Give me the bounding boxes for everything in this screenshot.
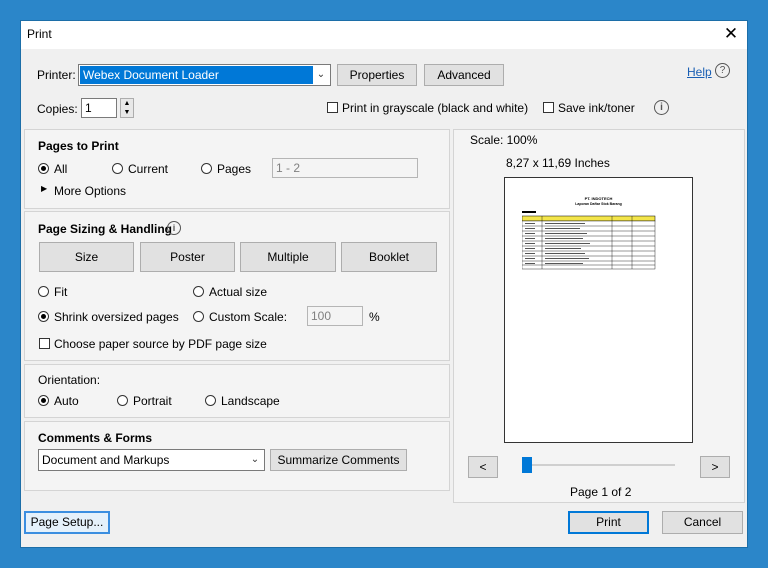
percent-symbol: % bbox=[369, 310, 380, 324]
preview-doc-title: PT. INDOTECH bbox=[584, 196, 613, 201]
copies-label: Copies: bbox=[37, 102, 78, 116]
help-question-icon[interactable]: ? bbox=[715, 63, 730, 78]
custom-scale-label: Custom Scale: bbox=[209, 310, 288, 324]
printer-select[interactable]: Webex Document Loader ⌄ bbox=[78, 64, 331, 86]
print-button[interactable]: Print bbox=[568, 511, 649, 534]
spin-down-icon[interactable]: ▼ bbox=[121, 108, 133, 117]
poster-tab-button[interactable]: Poster bbox=[140, 242, 235, 272]
close-icon[interactable]: ✕ bbox=[721, 23, 741, 45]
pages-to-print-title: Pages to Print bbox=[38, 139, 119, 153]
all-pages-radio[interactable] bbox=[38, 163, 49, 174]
title-bar: Print ✕ bbox=[21, 21, 747, 49]
current-page-radio[interactable] bbox=[112, 163, 123, 174]
cancel-button[interactable]: Cancel bbox=[662, 511, 743, 534]
save-ink-checkbox[interactable] bbox=[543, 102, 554, 113]
portrait-label: Portrait bbox=[133, 394, 172, 408]
save-ink-label: Save ink/toner bbox=[558, 101, 635, 115]
auto-orientation-radio[interactable] bbox=[38, 395, 49, 406]
pages-to-print-panel: Pages to Print All Current Pages 1 - 2 ▶… bbox=[24, 129, 450, 209]
actual-size-radio[interactable] bbox=[193, 286, 204, 297]
properties-button[interactable]: Properties bbox=[337, 64, 417, 86]
auto-orientation-label: Auto bbox=[54, 394, 79, 408]
help-link[interactable]: Help bbox=[687, 65, 712, 79]
expand-triangle-icon[interactable]: ▶ bbox=[41, 184, 47, 193]
page-sizing-title: Page Sizing & Handling bbox=[38, 222, 173, 236]
window-title: Print bbox=[27, 27, 52, 41]
next-page-button[interactable]: > bbox=[700, 456, 730, 478]
fit-radio[interactable] bbox=[38, 286, 49, 297]
shrink-oversized-radio[interactable] bbox=[38, 311, 49, 322]
page-sizing-panel: Page Sizing & Handling i Size Poster Mul… bbox=[24, 211, 450, 361]
page-preview: PT. INDOTECH Laporan Daftar Stok Barang bbox=[504, 177, 693, 443]
pages-range-label: Pages bbox=[217, 162, 252, 176]
orientation-title: Orientation: bbox=[38, 373, 101, 387]
sizing-info-icon[interactable]: i bbox=[167, 221, 181, 235]
page-indicator: Page 1 of 2 bbox=[570, 485, 632, 499]
paper-source-checkbox[interactable] bbox=[39, 338, 50, 349]
page-slider-track[interactable] bbox=[525, 464, 675, 466]
preview-table-graphic bbox=[522, 211, 656, 270]
portrait-radio[interactable] bbox=[117, 395, 128, 406]
preview-doc-subtitle: Laporan Daftar Stok Barang bbox=[575, 202, 622, 206]
landscape-radio[interactable] bbox=[205, 395, 216, 406]
all-pages-label: All bbox=[54, 162, 68, 176]
page-dimensions: 8,27 x 11,69 Inches bbox=[506, 156, 610, 170]
info-icon[interactable]: i bbox=[654, 100, 669, 115]
booklet-tab-button[interactable]: Booklet bbox=[341, 242, 437, 272]
spin-up-icon[interactable]: ▲ bbox=[121, 99, 133, 108]
grayscale-label: Print in grayscale (black and white) bbox=[342, 101, 529, 115]
page-slider-thumb[interactable] bbox=[522, 457, 532, 473]
custom-scale-input[interactable]: 100 bbox=[307, 306, 363, 326]
copies-input[interactable]: 1 bbox=[81, 98, 117, 118]
comments-forms-panel: Comments & Forms Document and Markups ⌄ … bbox=[24, 421, 450, 491]
current-page-label: Current bbox=[128, 162, 169, 176]
custom-scale-radio[interactable] bbox=[193, 311, 204, 322]
chevron-down-icon: ⌄ bbox=[316, 69, 326, 80]
pages-range-input[interactable]: 1 - 2 bbox=[272, 158, 418, 178]
comments-forms-title: Comments & Forms bbox=[38, 431, 153, 445]
chevron-down-icon: ⌄ bbox=[250, 454, 260, 465]
pages-range-radio[interactable] bbox=[201, 163, 212, 174]
paper-source-label: Choose paper source by PDF page size bbox=[54, 337, 267, 351]
landscape-label: Landscape bbox=[221, 394, 280, 408]
printer-label: Printer: bbox=[37, 68, 76, 82]
grayscale-checkbox[interactable] bbox=[327, 102, 338, 113]
printer-select-value: Webex Document Loader bbox=[80, 66, 313, 84]
summarize-comments-button[interactable]: Summarize Comments bbox=[270, 449, 407, 471]
more-options-toggle[interactable]: More Options bbox=[54, 184, 126, 198]
orientation-panel: Orientation: Auto Portrait Landscape bbox=[24, 364, 450, 418]
shrink-oversized-label: Shrink oversized pages bbox=[54, 310, 179, 324]
multiple-tab-button[interactable]: Multiple bbox=[240, 242, 336, 272]
copies-spinner[interactable]: ▲ ▼ bbox=[120, 98, 134, 118]
scale-text: Scale: 100% bbox=[470, 133, 538, 147]
size-tab-button[interactable]: Size bbox=[39, 242, 134, 272]
comments-forms-value: Document and Markups bbox=[42, 453, 170, 467]
comments-forms-select[interactable]: Document and Markups ⌄ bbox=[38, 449, 265, 471]
advanced-button[interactable]: Advanced bbox=[424, 64, 504, 86]
prev-page-button[interactable]: < bbox=[468, 456, 498, 478]
actual-size-label: Actual size bbox=[209, 285, 268, 299]
print-dialog: Print ✕ Printer: Webex Document Loader ⌄… bbox=[20, 20, 748, 548]
page-setup-button[interactable]: Page Setup... bbox=[24, 511, 110, 534]
fit-label: Fit bbox=[54, 285, 68, 299]
